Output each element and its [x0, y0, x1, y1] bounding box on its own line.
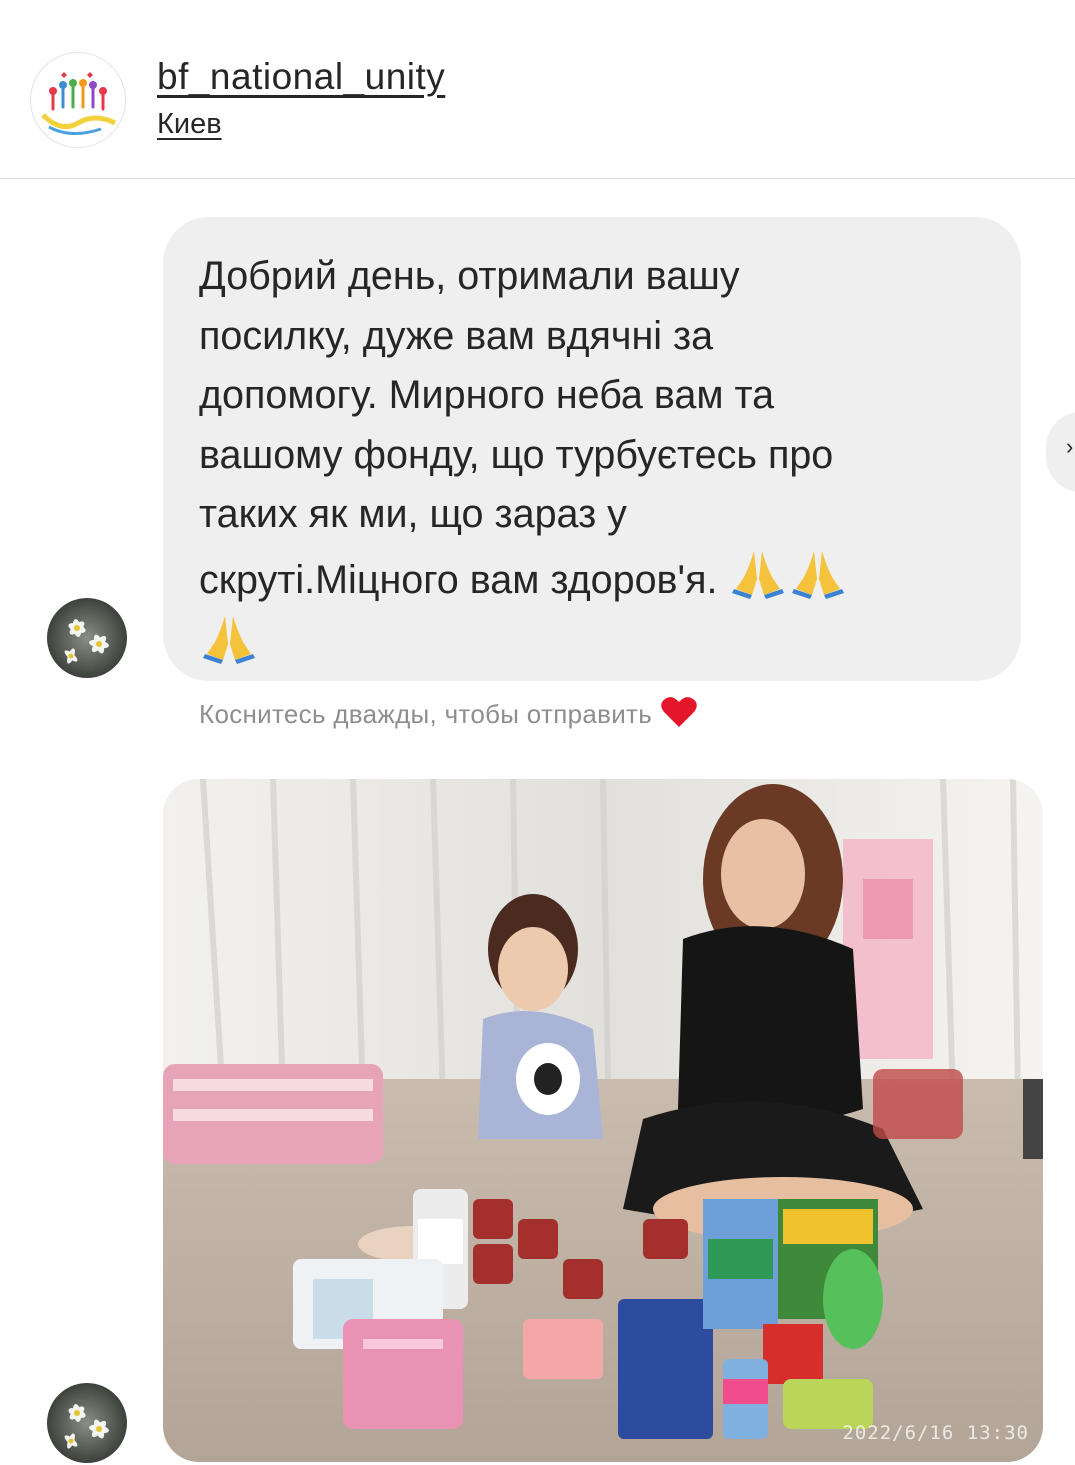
photo-timestamp: 2022/6/16 13:30 [842, 1422, 1029, 1444]
message-bubble[interactable]: Добрий день, отримали вашу посилку, дуже… [163, 217, 1021, 681]
hint-text: Коснитесь дважды, чтобы отправить [199, 699, 653, 729]
reaction-chip[interactable]: › [1046, 412, 1075, 492]
praying-hands-icon [203, 616, 255, 664]
location-link[interactable]: Киев [157, 108, 222, 141]
chevron-icon: › [1066, 434, 1074, 459]
red-heart-icon[interactable] [660, 695, 698, 729]
charity-logo-icon[interactable] [30, 52, 126, 148]
praying-hands-icon [792, 550, 845, 599]
praying-hands-icon [732, 550, 785, 599]
double-tap-hint: Коснитесь дважды, чтобы отправить [199, 695, 698, 730]
daisy-avatar-icon[interactable] [47, 598, 127, 678]
daisy-avatar-icon[interactable] [47, 1383, 127, 1463]
chat-header: bf_national_unity Киев [0, 0, 1075, 179]
message-text: Добрий день, отримали вашу посилку, дуже… [199, 247, 999, 676]
chat-screen: bf_national_unity Киев Добрий день, отри… [0, 0, 1075, 1465]
photo-attachment[interactable]: 2022/6/16 13:30 [163, 779, 1043, 1462]
username-link[interactable]: bf_national_unity [157, 56, 445, 98]
